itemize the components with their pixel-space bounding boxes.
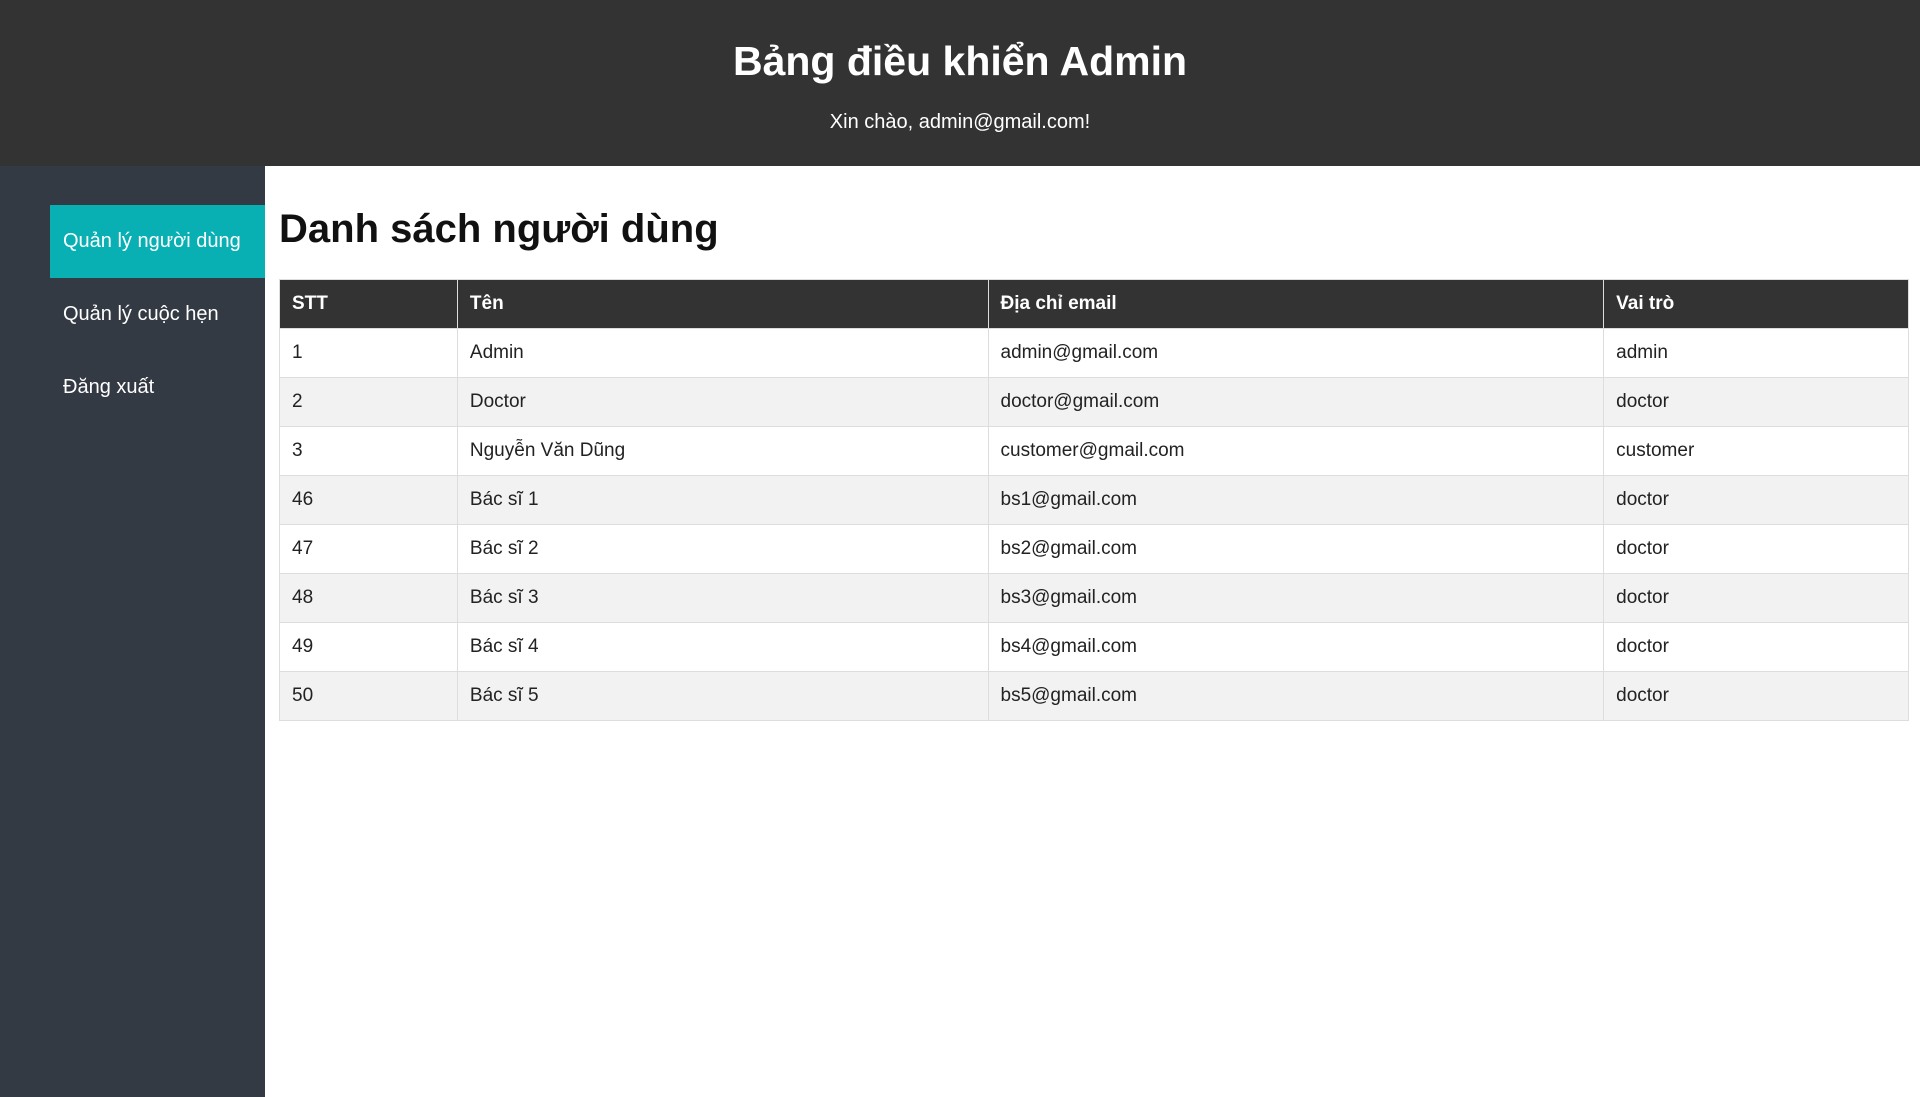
cell-email: bs3@gmail.com (987, 573, 1605, 623)
sidebar-item-logout[interactable]: Đăng xuất (50, 351, 265, 424)
cell-name: Bác sĩ 5 (456, 671, 989, 721)
column-header-email: Địa chỉ email (987, 279, 1605, 329)
table-row: 47 Bác sĩ 2 bs2@gmail.com doctor (279, 524, 1909, 574)
table-row: 2 Doctor doctor@gmail.com doctor (279, 377, 1909, 427)
page-title: Danh sách người dùng (279, 207, 719, 251)
cell-stt: 2 (279, 377, 458, 427)
table-header-row: STT Tên Địa chỉ email Vai trò (279, 279, 1909, 329)
table-row: 3 Nguyễn Văn Dũng customer@gmail.com cus… (279, 426, 1909, 476)
cell-email: admin@gmail.com (987, 328, 1605, 378)
cell-name: Bác sĩ 4 (456, 622, 989, 672)
cell-role: doctor (1603, 377, 1909, 427)
cell-name: Bác sĩ 3 (456, 573, 989, 623)
dashboard-title: Bảng điều khiển Admin (732, 38, 1188, 84)
welcome-message: Xin chào, admin@gmail.com! (829, 111, 1091, 133)
table-row: 1 Admin admin@gmail.com admin (279, 328, 1909, 378)
cell-role: admin (1603, 328, 1909, 378)
cell-name: Nguyễn Văn Dũng (456, 426, 989, 476)
cell-role: customer (1603, 426, 1909, 476)
cell-role: doctor (1603, 622, 1909, 672)
column-header-name: Tên (456, 279, 989, 329)
cell-stt: 49 (279, 622, 458, 672)
cell-email: bs2@gmail.com (987, 524, 1605, 574)
cell-role: doctor (1603, 475, 1909, 525)
cell-role: doctor (1603, 524, 1909, 574)
table-row: 49 Bác sĩ 4 bs4@gmail.com doctor (279, 622, 1909, 672)
main-content: Danh sách người dùng STT Tên Địa chỉ ema… (265, 166, 1920, 1097)
table-row: 48 Bác sĩ 3 bs3@gmail.com doctor (279, 573, 1909, 623)
page-header: Bảng điều khiển Admin Xin chào, admin@gm… (0, 0, 1920, 166)
cell-stt: 3 (279, 426, 458, 476)
cell-name: Bác sĩ 2 (456, 524, 989, 574)
cell-stt: 46 (279, 475, 458, 525)
sidebar: Quản lý người dùng Quản lý cuộc hẹn Đăng… (0, 166, 265, 1097)
column-header-role: Vai trò (1603, 279, 1909, 329)
cell-role: doctor (1603, 671, 1909, 721)
users-table: STT Tên Địa chỉ email Vai trò 1 Admin ad… (279, 279, 1909, 721)
cell-role: doctor (1603, 573, 1909, 623)
table-row: 46 Bác sĩ 1 bs1@gmail.com doctor (279, 475, 1909, 525)
cell-stt: 50 (279, 671, 458, 721)
cell-stt: 48 (279, 573, 458, 623)
table-row: 50 Bác sĩ 5 bs5@gmail.com doctor (279, 671, 1909, 721)
cell-stt: 1 (279, 328, 458, 378)
cell-email: bs4@gmail.com (987, 622, 1605, 672)
cell-email: customer@gmail.com (987, 426, 1605, 476)
cell-name: Doctor (456, 377, 989, 427)
cell-email: bs5@gmail.com (987, 671, 1605, 721)
sidebar-item-appointment-management[interactable]: Quản lý cuộc hẹn (50, 278, 265, 351)
cell-email: doctor@gmail.com (987, 377, 1605, 427)
sidebar-item-user-management[interactable]: Quản lý người dùng (50, 205, 265, 278)
column-header-stt: STT (279, 279, 458, 329)
cell-name: Bác sĩ 1 (456, 475, 989, 525)
cell-name: Admin (456, 328, 989, 378)
cell-email: bs1@gmail.com (987, 475, 1605, 525)
cell-stt: 47 (279, 524, 458, 574)
